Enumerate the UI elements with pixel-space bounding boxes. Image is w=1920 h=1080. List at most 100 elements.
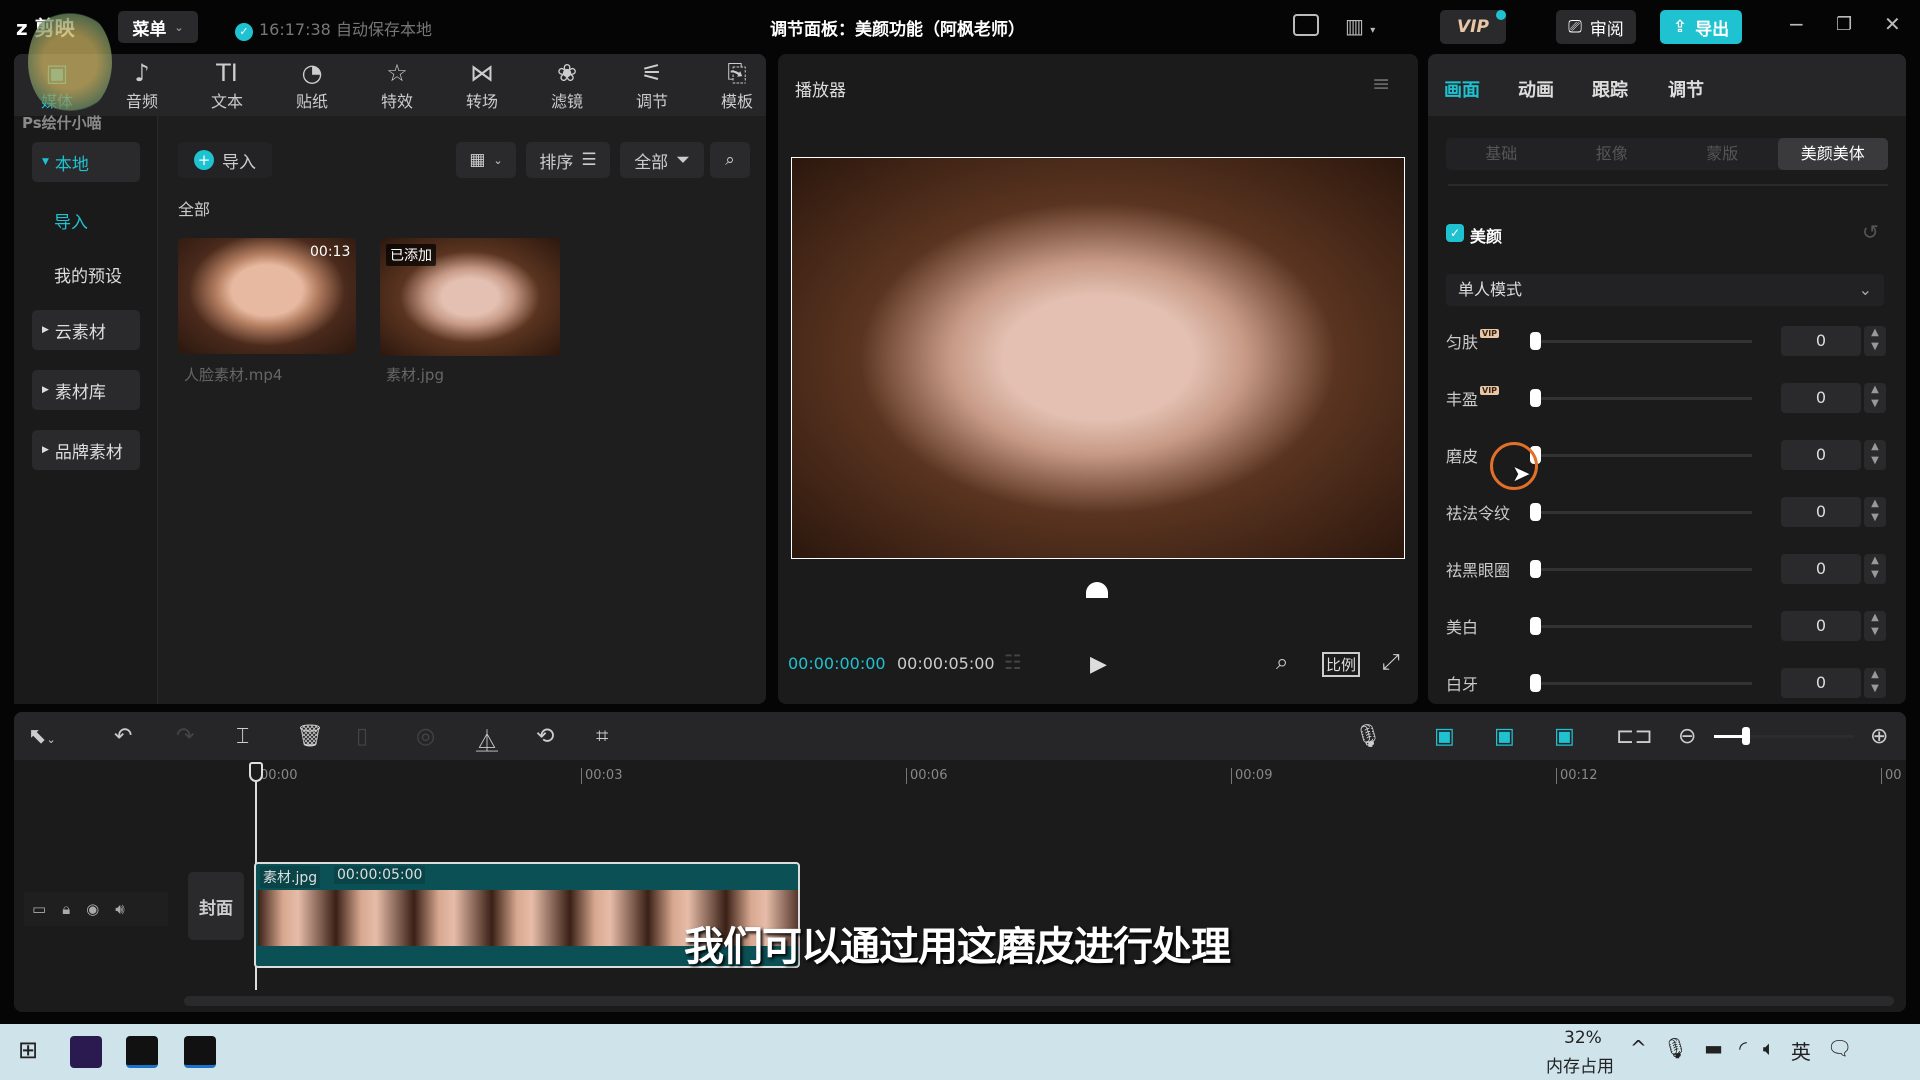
slider-track[interactable] [1535,625,1752,628]
subtab-mask[interactable]: 蒙版 [1667,138,1778,170]
slider-handle[interactable] [1530,332,1541,350]
stepper-icon[interactable]: ▲ ▼ [1864,497,1886,527]
freeze-icon[interactable]: ▯ [356,724,368,749]
speaker-icon[interactable]: 🔊︎ [115,900,124,918]
export-button[interactable]: ⇪ 导出 [1660,10,1742,44]
maximize-button[interactable]: ❐ [1836,14,1852,35]
stepper-icon[interactable]: ▲ ▼ [1864,440,1886,470]
toolbar-sticker[interactable]: ◔ 贴纸 [277,58,347,112]
mode-select[interactable]: 单人模式 ⌄ [1446,274,1884,306]
sidebar-item-brand[interactable]: ▶ 品牌素材 [32,430,140,470]
slider-handle[interactable] [1530,389,1541,407]
sidebar-item-local[interactable]: ▼ 本地 [32,142,140,182]
toolbar-adjust[interactable]: ⚟ 调节 [617,58,687,112]
toolbar-effects[interactable]: ☆ 特效 [362,58,432,112]
timeline-scrollbar[interactable] [184,996,1894,1006]
slider-track[interactable] [1535,682,1752,685]
slider-value-input[interactable]: 0 [1781,554,1861,584]
beauty-checkbox[interactable]: ✓ [1446,224,1464,242]
slider-value-input[interactable]: 0 [1781,668,1861,698]
wifi-icon[interactable]: ◜ [1739,1036,1747,1065]
layout-icon[interactable]: ▥ ▾ [1345,14,1375,38]
crop-icon[interactable]: ⌗ [596,724,608,749]
slider-handle[interactable] [1530,503,1541,521]
start-button[interactable]: ⊞ [12,1036,44,1068]
tab-tracking[interactable]: 跟踪 [1592,76,1628,102]
sidebar-item-cloud[interactable]: ▶ 云素材 [32,310,140,350]
view-mode-button[interactable]: ▦ ⌄ [456,142,516,178]
close-button[interactable]: ✕ [1884,12,1901,36]
taskbar-app-premiere[interactable] [70,1036,102,1068]
stepper-icon[interactable]: ▲ ▼ [1864,326,1886,356]
stepper-icon[interactable]: ▲ ▼ [1864,611,1886,641]
sidebar-item-presets[interactable]: 我的预设 [32,254,140,294]
subtab-cutout[interactable]: 抠像 [1557,138,1668,170]
tab-animation[interactable]: 动画 [1518,76,1554,102]
lock-icon[interactable]: 🔒︎ [62,900,70,918]
tab-adjust[interactable]: 调节 [1668,76,1704,102]
zoom-slider[interactable] [1714,727,1854,745]
player-menu-icon[interactable]: ≡ [1372,72,1390,97]
select-tool-icon[interactable]: ⬉⌄ [28,724,56,749]
minimize-button[interactable]: − [1788,12,1805,36]
rotate-handle-icon[interactable] [1086,582,1108,598]
microphone-icon[interactable]: 🎙︎ [1354,724,1382,749]
zoom-preview-icon[interactable]: ⌕ [1276,650,1288,675]
eye-icon[interactable]: ◉ [86,900,99,918]
preview-axis-icon[interactable]: ⊏⊐ [1616,724,1653,749]
filter-button[interactable]: 全部 ⏷ [620,142,704,178]
delete-icon[interactable]: 🗑︎ [296,724,324,749]
shortcut-icon[interactable] [1293,14,1319,36]
slider-value-input[interactable]: 0 [1781,611,1861,641]
play-button[interactable]: ▶ [1090,652,1107,677]
battery-icon[interactable]: ▬ [1704,1036,1723,1065]
subtab-beauty[interactable]: 美颜美体 [1777,138,1888,170]
slider-value-input[interactable]: 0 [1781,497,1861,527]
zoom-out-icon[interactable]: ⊖ [1678,724,1696,749]
slider-handle[interactable] [1530,617,1541,635]
undo-icon[interactable]: ↶ [114,724,132,749]
redo-icon[interactable]: ↷ [176,724,194,749]
auto-snap-icon[interactable]: ▣ [1494,724,1515,749]
slider-track[interactable] [1535,454,1752,457]
slider-value-input[interactable]: 0 [1781,440,1861,470]
slider-track[interactable] [1535,340,1752,343]
slider-track[interactable] [1535,568,1752,571]
slider-value-input[interactable]: 0 [1781,326,1861,356]
toolbar-audio[interactable]: ♪ 音频 [107,58,177,112]
search-button[interactable]: ⌕ [710,142,750,178]
sidebar-item-import[interactable]: 导入 [32,200,140,240]
rotate-icon[interactable]: ⟲ [536,724,554,749]
taskbar-app-recorder[interactable] [184,1036,216,1068]
microphone-icon[interactable]: 🎙︎ [1663,1036,1688,1065]
tab-picture[interactable]: 画面 [1444,76,1480,102]
reverse-icon[interactable]: ◎ [416,724,435,749]
video-preview[interactable] [791,157,1405,559]
stepper-icon[interactable]: ▲ ▼ [1864,554,1886,584]
sort-button[interactable]: 排序 ☰ [526,142,610,178]
toolbar-filter[interactable]: ❀ 滤镜 [532,58,602,112]
reset-icon[interactable]: ↺ [1862,220,1879,244]
waveform-icon[interactable]: ☷ [1004,650,1022,674]
import-button[interactable]: + 导入 [178,142,272,178]
slider-track[interactable] [1535,511,1752,514]
split-icon[interactable]: ⌶ [236,724,249,749]
subtab-basic[interactable]: 基础 [1446,138,1557,170]
ratio-button[interactable]: 比例 [1322,652,1361,677]
stepper-icon[interactable]: ▲ ▼ [1864,668,1886,698]
taskbar-app-capcut[interactable] [126,1036,158,1068]
sidebar-item-library[interactable]: ▶ 素材库 [32,370,140,410]
slider-value-input[interactable]: 0 [1781,383,1861,413]
linkage-icon[interactable]: ▣ [1554,724,1575,749]
toolbar-text[interactable]: TI 文本 [192,58,262,112]
menu-button[interactable]: 菜单 ⌄ [118,11,198,43]
stepper-icon[interactable]: ▲ ▼ [1864,383,1886,413]
zoom-in-icon[interactable]: ⊕ [1870,724,1888,749]
mirror-icon[interactable]: ⏅ [476,724,498,756]
cover-button[interactable]: 封面 [188,872,244,940]
toolbar-template[interactable]: ⎘ 模板 [702,58,772,112]
review-button[interactable]: ⎚ 审阅 [1556,10,1636,44]
slider-handle[interactable] [1530,560,1541,578]
fullscreen-icon[interactable]: ⤢ [1382,650,1400,675]
chevron-up-icon[interactable]: ^ [1630,1036,1647,1065]
